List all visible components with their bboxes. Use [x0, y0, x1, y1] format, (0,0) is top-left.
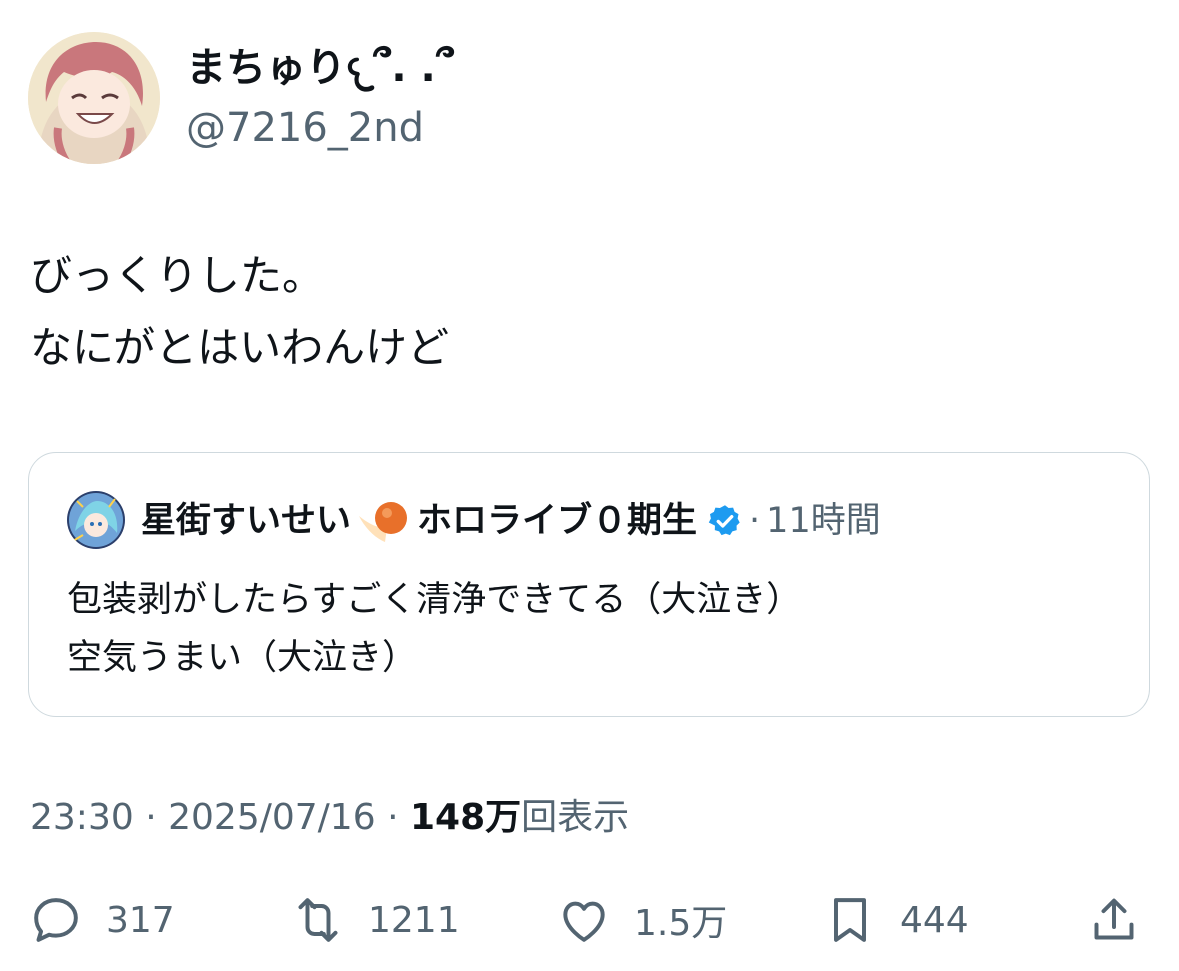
retweet-button[interactable]: 1211	[290, 890, 460, 950]
reply-count: 317	[106, 899, 175, 941]
share-icon	[1094, 898, 1134, 940]
quoted-tweet-text: 包装剥がしたらすごく清浄できてる（大泣き） 空気うまい（大泣き）	[67, 571, 801, 687]
quoted-author-line[interactable]: 星街すいせい ホロライブ０期生 · 11時間	[141, 493, 881, 549]
bookmark-icon	[834, 898, 866, 942]
quoted-author-avatar[interactable]	[67, 491, 125, 549]
quoted-avatar-image	[67, 491, 125, 549]
quoted-line: 空気うまい（大泣き）	[67, 638, 418, 678]
avatar-image	[28, 32, 160, 164]
tweet-time[interactable]: 23:30	[30, 797, 134, 838]
tweet-meta: 23:30 · 2025/07/16 · 148万回表示	[30, 792, 629, 844]
quoted-separator: ·	[749, 501, 761, 541]
heart-icon	[563, 901, 605, 942]
quoted-author-name: 星街すいせい	[141, 501, 352, 541]
like-button[interactable]: 1.5万	[556, 890, 727, 950]
tweet-text: びっくりした。 なにがとはいわんけど	[30, 240, 449, 384]
author-avatar[interactable]	[28, 32, 160, 164]
author-display-name[interactable]: まちゅり𐔌՞. .՞	[186, 40, 454, 96]
bookmark-count: 444	[900, 899, 969, 941]
views-label: 回表示	[521, 797, 630, 838]
quoted-author-name-suffix: ホロライブ０期生	[417, 501, 698, 541]
share-button[interactable]	[1086, 890, 1142, 950]
author-handle[interactable]: @7216_2nd	[186, 100, 424, 156]
reply-icon	[34, 898, 78, 942]
tweet-date[interactable]: 2025/07/16	[168, 797, 376, 838]
comet-emoji-icon	[359, 502, 408, 542]
quoted-line: 包装剥がしたらすごく清浄できてる（大泣き）	[67, 580, 802, 620]
retweet-count: 1211	[368, 899, 460, 941]
meta-separator: ·	[145, 797, 157, 838]
verified-badge-icon	[708, 505, 740, 536]
meta-separator: ·	[387, 797, 399, 838]
quoted-tweet-card[interactable]: 星街すいせい ホロライブ０期生 · 11時間 包装剥がしたらすごく清浄できてる（…	[28, 452, 1150, 717]
bookmark-button[interactable]: 444	[822, 890, 969, 950]
tweet-line: なにがとはいわんけど	[30, 323, 450, 372]
views-count: 148万	[409, 797, 522, 838]
like-count: 1.5万	[634, 903, 728, 944]
quoted-time: 11時間	[766, 501, 881, 541]
tweet-line: びっくりした。	[30, 251, 325, 300]
reply-button[interactable]: 317	[28, 890, 175, 950]
retweet-icon	[298, 898, 338, 942]
